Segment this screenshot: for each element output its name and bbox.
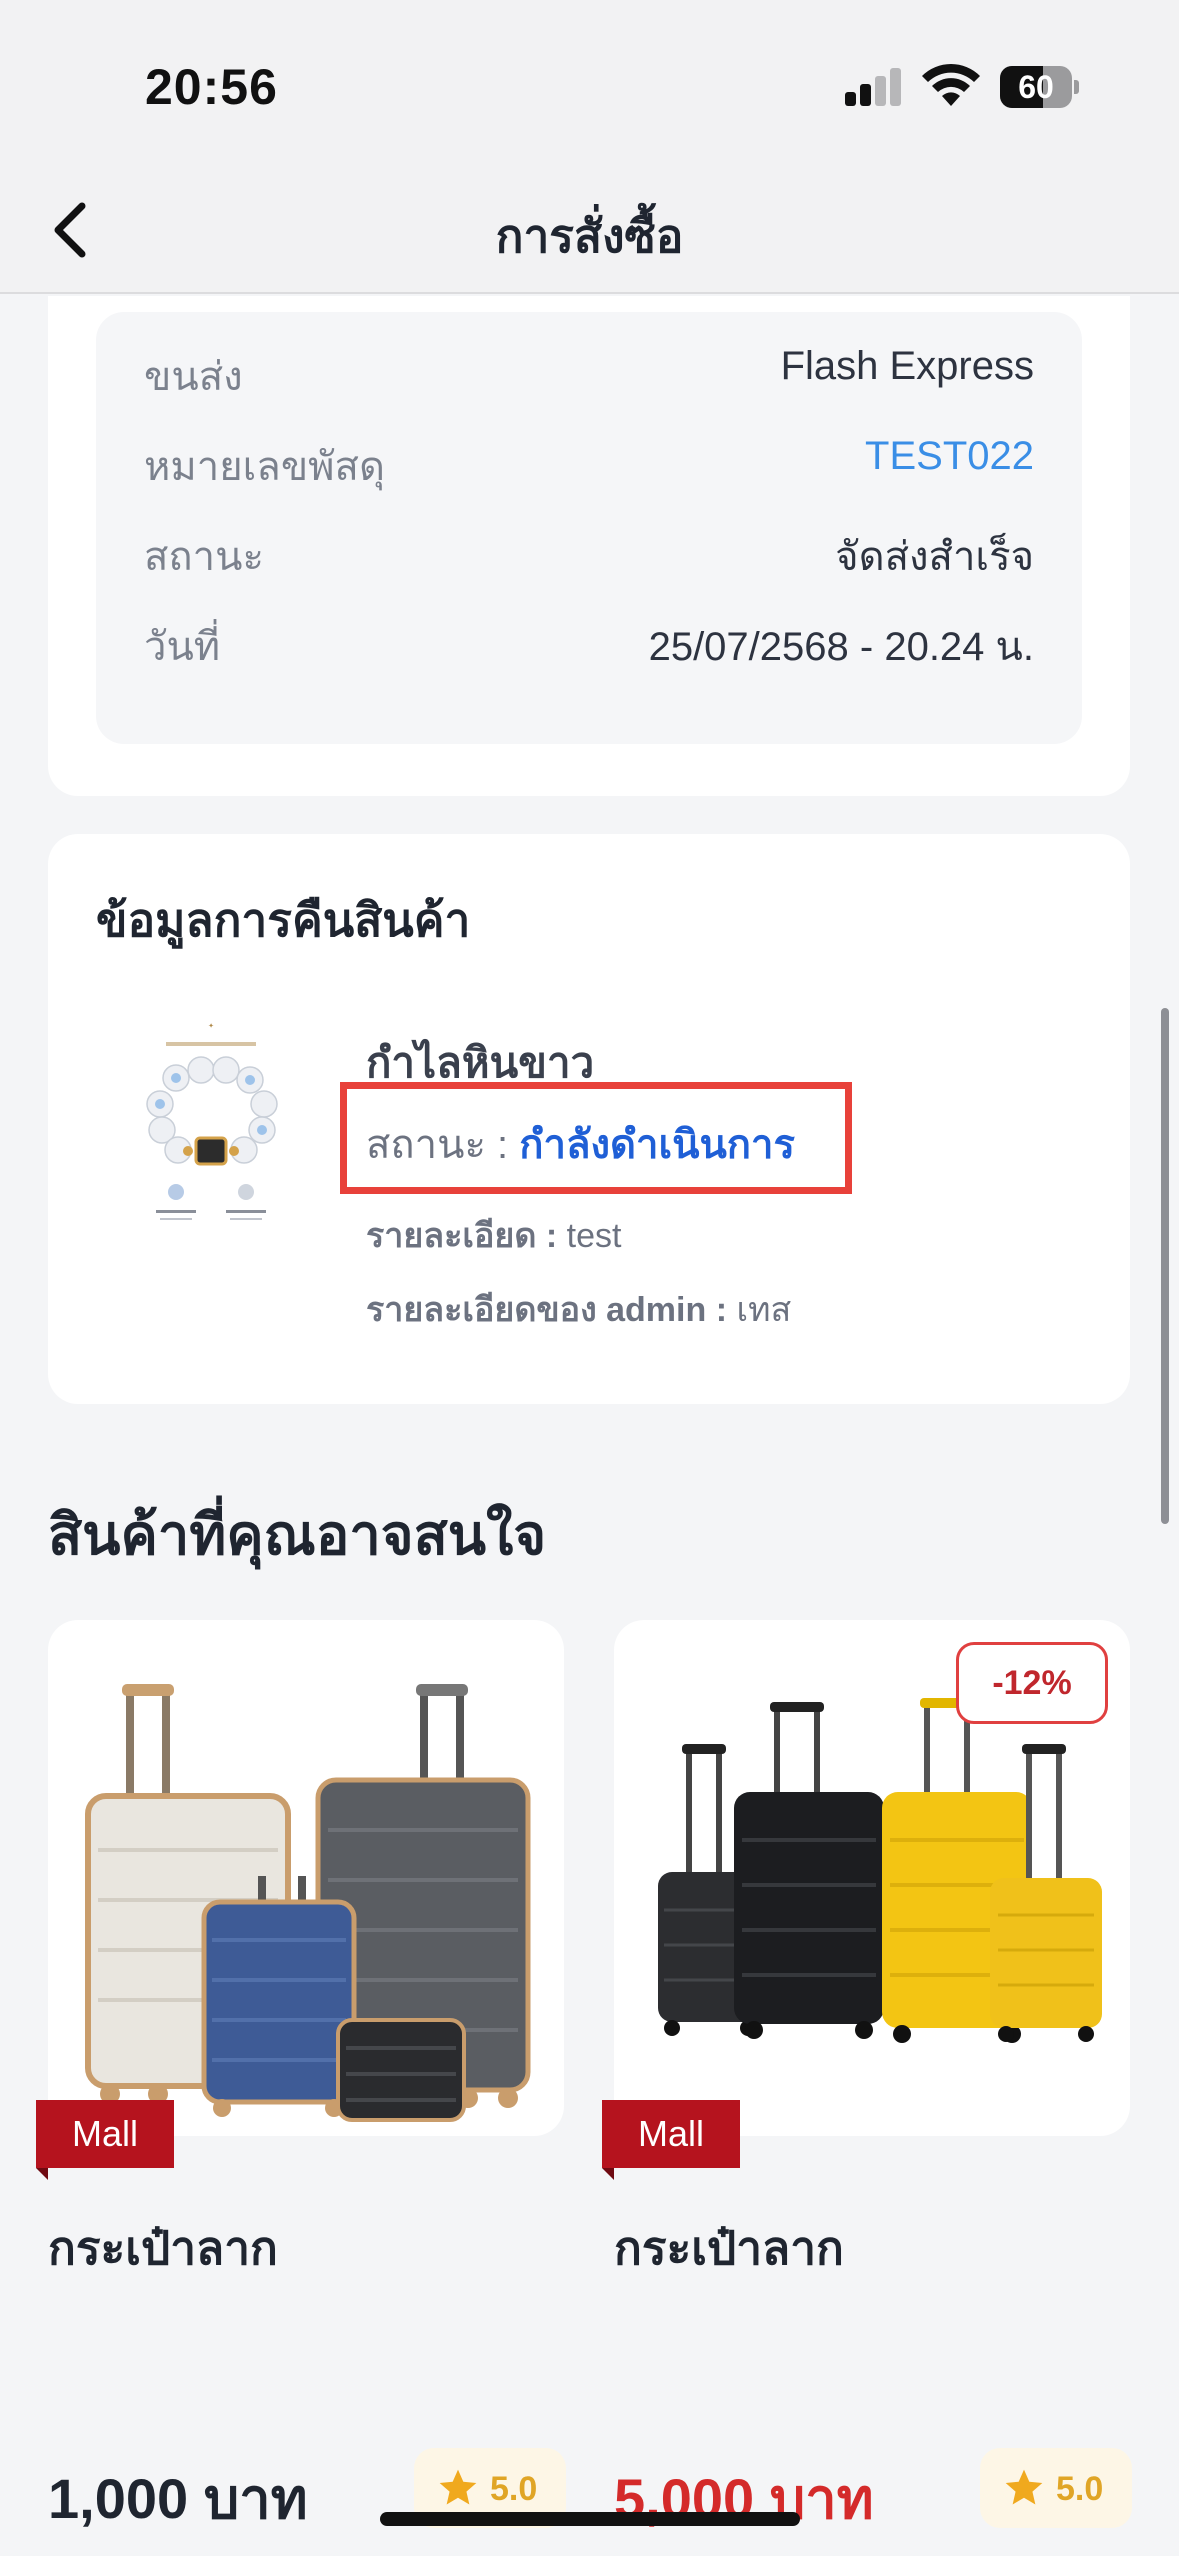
- rating-value: 5.0: [490, 2470, 538, 2508]
- wifi-icon: [922, 63, 980, 106]
- admin-detail: รายละเอียดของ admin : เทส: [366, 1282, 791, 1336]
- product-card-1[interactable]: [48, 1620, 564, 2136]
- nav-bar: การสั่งซื้อ: [0, 170, 1179, 294]
- shipping-details: ขนส่ง Flash Express หมายเลขพัสดุ TEST022…: [96, 312, 1082, 744]
- return-info-card: ข้อมูลการคืนสินค้า ✦ กำไลหินขาว สถานะ : …: [48, 834, 1130, 1404]
- mall-badge: Mall: [602, 2100, 740, 2168]
- shipping-row-status: สถานะ จัดส่งสำเร็จ: [144, 524, 1034, 584]
- discount-badge: -12%: [956, 1642, 1108, 1724]
- luggage-image-1: [85, 1684, 531, 2122]
- rating-badge: 5.0: [980, 2448, 1132, 2528]
- product-title[interactable]: กระเป๋าลาก: [48, 2212, 278, 2285]
- product-price: 5,000 บาท: [614, 2467, 874, 2530]
- home-indicator[interactable]: [380, 2512, 800, 2526]
- product-title[interactable]: กระเป๋าลาก: [614, 2212, 844, 2285]
- mall-badge: Mall: [36, 2100, 174, 2168]
- rating-value: 5.0: [1056, 2470, 1104, 2508]
- admin-detail-value: เทส: [736, 1291, 792, 1329]
- shipping-label: สถานะ: [144, 535, 264, 579]
- product-price: 1,000 บาท: [48, 2467, 308, 2530]
- shipping-value: 25/07/2568 - 20.24 น.: [648, 625, 1034, 669]
- shipping-label: ขนส่ง: [144, 355, 243, 399]
- shipping-card: ขนส่ง Flash Express หมายเลขพัสดุ TEST022…: [48, 296, 1130, 796]
- shipping-label: หมายเลขพัสดุ: [144, 445, 385, 489]
- return-detail-label: รายละเอียด :: [366, 1217, 558, 1255]
- star-icon: [1005, 2469, 1043, 2505]
- status-time: 20:56: [145, 59, 278, 115]
- status-bar: 20:56 60: [0, 0, 1179, 170]
- return-info-title: ข้อมูลการคืนสินค้า: [96, 894, 471, 946]
- battery-icon: 60: [1000, 66, 1079, 108]
- return-detail: รายละเอียด : test: [366, 1208, 621, 1262]
- cellular-signal-icon: [845, 68, 901, 106]
- status-highlight-box: [340, 1082, 852, 1194]
- shipping-row-carrier: ขนส่ง Flash Express: [144, 344, 1034, 404]
- shipping-value: Flash Express: [780, 344, 1034, 388]
- shipping-value: จัดส่งสำเร็จ: [835, 535, 1034, 579]
- svg-text:✦: ✦: [208, 1022, 214, 1030]
- shipping-label: วันที่: [144, 625, 221, 669]
- shipping-row-tracking: หมายเลขพัสดุ TEST022: [144, 434, 1034, 494]
- battery-percent: 60: [1018, 69, 1054, 105]
- mall-badge-fold: [602, 2168, 614, 2180]
- return-detail-value: test: [566, 1217, 622, 1255]
- shipping-row-date: วันที่ 25/07/2568 - 20.24 น.: [144, 614, 1034, 674]
- scrollbar[interactable]: [1161, 1008, 1169, 1524]
- recommendations-title: สินค้าที่คุณอาจสนใจ: [48, 1503, 547, 1566]
- product-thumbnail[interactable]: ✦: [116, 1020, 306, 1250]
- tracking-number-link[interactable]: TEST022: [865, 434, 1034, 479]
- star-icon: [439, 2469, 477, 2505]
- page-title: การสั่งซื้อ: [495, 210, 684, 262]
- admin-detail-label: รายละเอียดของ admin :: [366, 1291, 728, 1329]
- mall-badge-fold: [36, 2168, 48, 2180]
